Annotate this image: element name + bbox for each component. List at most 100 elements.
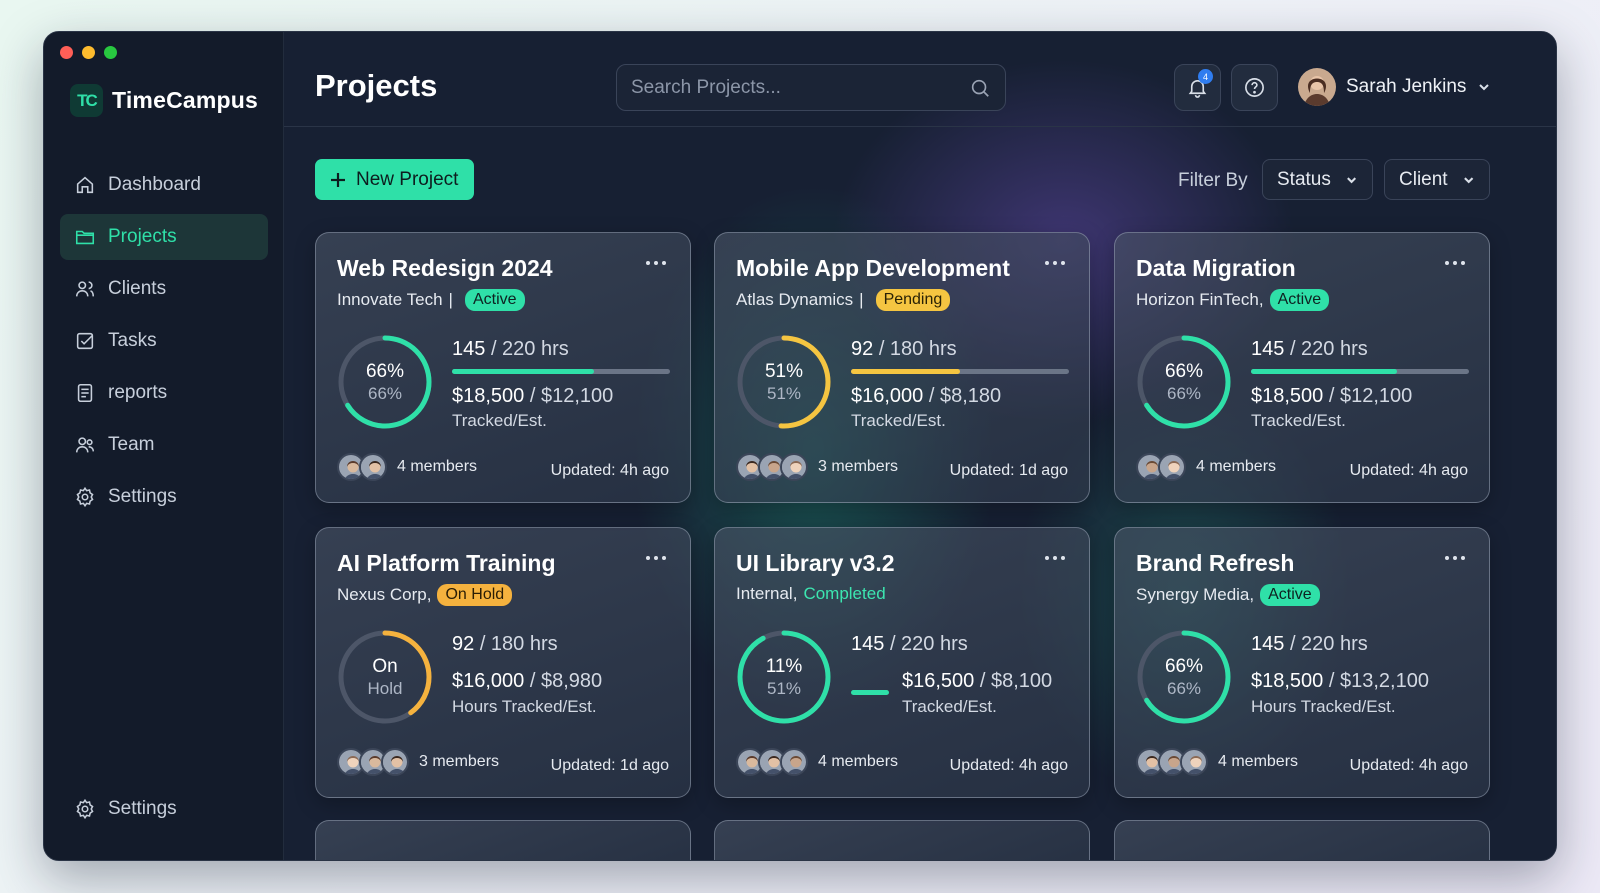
budget-summary: $18,500 / $12,100 bbox=[452, 385, 613, 408]
hours-estimate: / 220 hrs bbox=[1289, 633, 1368, 655]
project-meta: Nexus Corp, On Hold bbox=[337, 584, 513, 606]
hours-estimate: / 220 hrs bbox=[490, 338, 569, 360]
more-options-icon[interactable] bbox=[1445, 261, 1465, 265]
help-button[interactable] bbox=[1231, 64, 1278, 111]
progress-percent: 11% bbox=[765, 655, 803, 677]
hours-progress-bar bbox=[1251, 369, 1469, 374]
progress-ring-label: 66% 66% bbox=[336, 333, 434, 431]
client-name: Nexus Corp, bbox=[337, 585, 432, 604]
client-filter-select[interactable]: Client bbox=[1384, 159, 1490, 200]
search-box[interactable] bbox=[616, 64, 1006, 111]
sidebar-item-label: Settings bbox=[108, 486, 177, 507]
search-input[interactable] bbox=[631, 76, 969, 99]
maximize-window-button[interactable] bbox=[104, 46, 117, 59]
avatar bbox=[1298, 68, 1336, 106]
sidebar-item-settings[interactable]: Settings bbox=[60, 474, 268, 520]
member-list[interactable]: 4 members bbox=[736, 748, 898, 776]
client-name: Atlas Dynamics bbox=[736, 290, 854, 309]
progress-percent: 66% bbox=[1164, 655, 1204, 677]
sidebar-item-tasks[interactable]: Tasks bbox=[60, 318, 268, 364]
project-title[interactable]: UI Library v3.2 bbox=[736, 550, 895, 577]
project-card[interactable]: Brand Refresh Synergy Media, Active 66% 66% 1… bbox=[1114, 527, 1490, 798]
new-project-button[interactable]: New Project bbox=[315, 159, 475, 200]
search-icon[interactable] bbox=[969, 77, 991, 99]
sidebar-item-dashboard[interactable]: Dashboard bbox=[60, 162, 268, 208]
more-options-icon[interactable] bbox=[646, 261, 666, 265]
avatar bbox=[1158, 453, 1186, 481]
progress-percent-secondary: 66% bbox=[1166, 383, 1202, 403]
sidebar-item-team[interactable]: Team bbox=[60, 422, 268, 468]
hours-estimate: / 180 hrs bbox=[878, 338, 957, 360]
member-list[interactable]: 4 members bbox=[1136, 748, 1298, 776]
project-card[interactable]: Web Redesign 2024 Innovate Tech | Active 66%… bbox=[315, 232, 691, 503]
budget-tracked: $18,500 bbox=[1251, 670, 1324, 692]
budget-estimate: / $8,980 bbox=[529, 670, 603, 692]
updated-timestamp: Updated: 1d ago bbox=[949, 462, 1068, 479]
brand-name: TimeCampus bbox=[112, 87, 259, 113]
sidebar-item-projects[interactable]: Projects bbox=[60, 214, 268, 260]
project-card[interactable]: Mobile App Development Atlas Dynamics | Pen… bbox=[714, 232, 1090, 503]
project-title[interactable]: AI Platform Training bbox=[337, 550, 556, 577]
project-card-partial[interactable] bbox=[1114, 820, 1490, 860]
members-count: 4 members bbox=[1218, 753, 1299, 770]
status-badge: Active bbox=[464, 289, 525, 311]
member-list[interactable]: 4 members bbox=[337, 453, 477, 481]
members-count: 4 members bbox=[1196, 458, 1277, 475]
progress-percent: 51% bbox=[764, 360, 804, 382]
member-list[interactable]: 3 members bbox=[337, 748, 499, 776]
hours-summary: 92 / 180 hrs bbox=[452, 633, 558, 656]
project-card-partial[interactable] bbox=[714, 820, 1090, 860]
project-card[interactable]: AI Platform Training Nexus Corp, On Hold On… bbox=[315, 527, 691, 798]
members-count: 3 members bbox=[419, 753, 500, 770]
status-badge: On Hold bbox=[437, 584, 513, 606]
budget-summary: $18,500 / $12,100 bbox=[1251, 385, 1412, 408]
team-icon bbox=[75, 437, 95, 453]
status-text: Completed bbox=[803, 584, 886, 603]
project-card[interactable]: UI Library v3.2 Internal, Completed 11% 51% 1… bbox=[714, 527, 1090, 798]
close-window-button[interactable] bbox=[60, 46, 73, 59]
budget-tracked: $16,000 bbox=[452, 670, 525, 692]
sidebar-item-label: Dashboard bbox=[108, 174, 201, 195]
progress-percent-secondary: 66% bbox=[1166, 678, 1202, 698]
budget-estimate: / $8,180 bbox=[928, 385, 1002, 407]
more-options-icon[interactable] bbox=[1045, 261, 1065, 265]
project-title[interactable]: Brand Refresh bbox=[1136, 550, 1294, 577]
project-title[interactable]: Mobile App Development bbox=[736, 255, 1010, 282]
chevron-down-icon bbox=[1346, 176, 1356, 183]
brand[interactable]: TC TimeCampus bbox=[70, 84, 258, 117]
minimize-window-button[interactable] bbox=[82, 46, 95, 59]
window-controls bbox=[60, 46, 117, 59]
user-menu[interactable]: Sarah Jenkins bbox=[1298, 68, 1492, 106]
more-options-icon[interactable] bbox=[1045, 556, 1065, 560]
members-count: 4 members bbox=[397, 458, 478, 475]
more-options-icon[interactable] bbox=[646, 556, 666, 560]
hours-estimate: / 180 hrs bbox=[479, 633, 558, 655]
project-title[interactable]: Data Migration bbox=[1136, 255, 1296, 282]
sidebar-item-label: Settings bbox=[108, 798, 177, 819]
status-badge: Active bbox=[1260, 584, 1320, 606]
project-title[interactable]: Web Redesign 2024 bbox=[337, 255, 553, 282]
project-meta: Innovate Tech | Active bbox=[337, 289, 525, 311]
progress-percent-secondary: 51% bbox=[766, 678, 802, 698]
updated-timestamp: Updated: 4h ago bbox=[949, 757, 1068, 774]
progress-percent: 66% bbox=[1164, 360, 1204, 382]
project-card[interactable]: Data Migration Horizon FinTech, Active 66% 6… bbox=[1114, 232, 1490, 503]
member-list[interactable]: 3 members bbox=[736, 453, 898, 481]
status-filter-select[interactable]: Status bbox=[1262, 159, 1373, 200]
member-list[interactable]: 4 members bbox=[1136, 453, 1276, 481]
sidebar-item-reports[interactable]: reports bbox=[60, 370, 268, 416]
sidebar-item-label: Clients bbox=[108, 278, 167, 299]
report-icon bbox=[77, 383, 93, 403]
project-meta: Atlas Dynamics | Pending bbox=[736, 289, 951, 311]
topbar: Projects 4 Sarah Jenkins bbox=[284, 32, 1556, 127]
project-card-partial[interactable] bbox=[315, 820, 691, 860]
help-icon bbox=[1245, 78, 1264, 97]
tracked-label: Tracked/Est. bbox=[902, 697, 997, 716]
sidebar-bottom: Settings bbox=[60, 786, 268, 838]
sidebar-item-settings-bottom[interactable]: Settings bbox=[60, 786, 268, 832]
more-options-icon[interactable] bbox=[1445, 556, 1465, 560]
progress-ring-label: 51% 51% bbox=[735, 333, 833, 431]
hours-summary: 92 / 180 hrs bbox=[851, 338, 957, 361]
sidebar-item-clients[interactable]: Clients bbox=[60, 266, 268, 312]
notifications-button[interactable]: 4 bbox=[1174, 64, 1221, 111]
